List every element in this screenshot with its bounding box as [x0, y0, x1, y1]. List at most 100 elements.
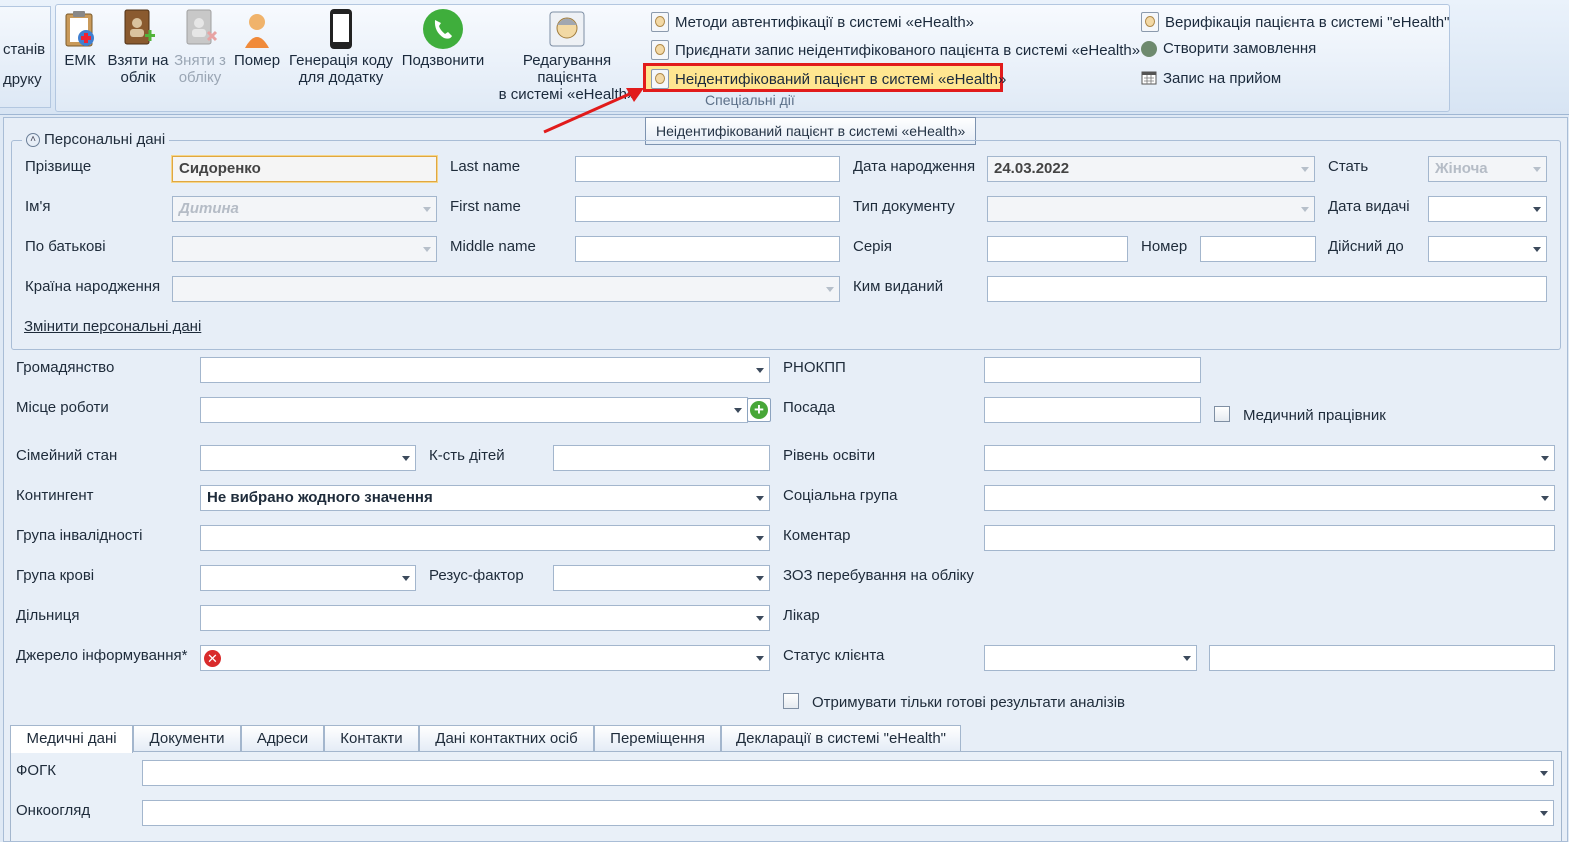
children-field[interactable]: [553, 445, 770, 471]
middle-name-field[interactable]: [575, 236, 840, 262]
medworker-checkbox[interactable]: [1214, 406, 1230, 422]
country-select[interactable]: [172, 276, 840, 302]
workplace-select[interactable]: [200, 397, 748, 423]
chevron-down-icon: [756, 536, 764, 541]
verify-patient-button[interactable]: Верифікація пацієнта в системі "eHealth": [1141, 12, 1449, 32]
tab-contact-persons[interactable]: Дані контактних осіб: [419, 725, 594, 751]
blood-select[interactable]: [200, 565, 416, 591]
name-value: Дитина: [179, 200, 239, 217]
chevron-down-icon: [1183, 656, 1191, 661]
doc-type-select[interactable]: [987, 196, 1315, 222]
surname-field[interactable]: Сидоренко: [172, 156, 437, 182]
died-button[interactable]: Помер: [232, 8, 282, 69]
unidentified-patient-button[interactable]: Неідентифікований пацієнт в системі «eHe…: [651, 69, 1006, 89]
name-label: Ім'я: [25, 198, 51, 215]
take-label-line2: облік: [120, 69, 156, 86]
series-label: Серія: [853, 238, 892, 255]
fogk-select[interactable]: [142, 760, 1554, 786]
country-label: Країна народження: [25, 278, 161, 295]
generate-code-button[interactable]: Генерація коду для додатку: [286, 8, 396, 86]
error-icon: ✕: [204, 650, 221, 667]
issue-date-picker[interactable]: [1428, 196, 1547, 222]
tab-declarations[interactable]: Декларації в системі "eHealth": [721, 725, 961, 751]
position-field[interactable]: [984, 397, 1201, 423]
last-name-field[interactable]: [575, 156, 840, 182]
appointment-button[interactable]: Запис на прийом: [1141, 69, 1281, 87]
valid-to-picker[interactable]: [1428, 236, 1547, 262]
group-label: Спеціальні дії: [705, 92, 795, 108]
gencode-label-line2: для додатку: [298, 69, 384, 86]
tab-contacts[interactable]: Контакти: [324, 725, 419, 751]
name-select[interactable]: Дитина: [172, 196, 437, 222]
first-name-label: First name: [450, 198, 521, 215]
personal-data-title: Персональні дані: [44, 131, 166, 148]
disability-select[interactable]: [200, 525, 770, 551]
tab-addresses[interactable]: Адреси: [241, 725, 324, 751]
personal-data-legend[interactable]: ˄ Персональні дані: [22, 131, 170, 148]
marital-select[interactable]: [200, 445, 416, 471]
comment-field[interactable]: [984, 525, 1555, 551]
blood-label: Група крові: [16, 567, 95, 584]
attach-record-button[interactable]: Приєднати запис неідентифікованого паціє…: [651, 40, 1140, 60]
rh-select[interactable]: [553, 565, 770, 591]
chevron-down-icon: [756, 368, 764, 373]
edit-patient-label-line1: Редагування пацієнта: [522, 52, 612, 86]
chevron-down-icon: [756, 656, 764, 661]
onco-select[interactable]: [142, 800, 1554, 826]
issued-by-label: Ким виданий: [853, 278, 944, 295]
birth-date-picker[interactable]: 24.03.2022: [987, 156, 1315, 182]
sex-select[interactable]: Жіноча: [1428, 156, 1547, 182]
education-select[interactable]: [984, 445, 1555, 471]
tab-medical[interactable]: Медичні дані: [10, 725, 133, 753]
patient-icon: [651, 69, 669, 89]
comment-label: Коментар: [783, 527, 851, 544]
doctor-label: Лікар: [783, 607, 820, 624]
take-on-record-button[interactable]: Взяти на облік: [106, 8, 170, 86]
position-label: Посада: [783, 399, 836, 416]
citizenship-select[interactable]: [200, 357, 770, 383]
chevron-down-icon: [1301, 207, 1309, 212]
onco-label: Онкоогляд: [16, 802, 91, 819]
disability-label: Група інвалідності: [16, 527, 143, 544]
contingent-label: Контингент: [16, 487, 94, 504]
marital-label: Сімейний стан: [16, 447, 118, 464]
rnokpp-label: РНОКПП: [783, 359, 846, 376]
first-name-field[interactable]: [575, 196, 840, 222]
chevron-down-icon: [1541, 456, 1549, 461]
chevron-down-icon: [756, 496, 764, 501]
middle-name-label: Middle name: [450, 238, 536, 255]
contingent-select[interactable]: Не вибрано жодного значення: [200, 485, 770, 511]
client-status-field[interactable]: [1209, 645, 1555, 671]
tab-documents[interactable]: Документи: [133, 725, 241, 751]
create-order-button[interactable]: Створити замовлення: [1141, 40, 1316, 57]
ready-results-checkbox[interactable]: [783, 693, 799, 709]
emk-button[interactable]: ЕМК: [60, 8, 100, 69]
series-field[interactable]: [987, 236, 1128, 262]
remove-from-record-button[interactable]: Зняти з обліку: [172, 8, 228, 86]
emk-label: ЕМК: [64, 52, 96, 69]
rnokpp-field[interactable]: [984, 357, 1201, 383]
calendar-icon: [1141, 71, 1157, 85]
contingent-value: Не вибрано жодного значення: [207, 489, 433, 506]
order-list-icon: [1141, 40, 1157, 57]
citizenship-label: Громадянство: [16, 359, 115, 376]
auth-methods-button[interactable]: Методи автентифікації в системі «eHealth…: [651, 12, 974, 32]
collapse-icon[interactable]: ˄: [26, 132, 40, 147]
add-workplace-button[interactable]: +: [747, 398, 771, 422]
appointment-label: Запис на прийом: [1163, 69, 1282, 87]
chevron-down-icon: [1540, 811, 1548, 816]
change-personal-data-link[interactable]: Змінити персональні дані: [24, 318, 201, 335]
social-select[interactable]: [984, 485, 1555, 511]
info-source-select[interactable]: ✕: [200, 645, 770, 671]
client-status-select[interactable]: [984, 645, 1197, 671]
patronymic-select[interactable]: [172, 236, 437, 262]
unidentified-patient-label: Неідентифікований пацієнт в системі «eHe…: [675, 70, 1007, 88]
number-field[interactable]: [1200, 236, 1316, 262]
patient-icon: [651, 40, 669, 60]
print-group[interactable]: станів друку: [0, 6, 51, 108]
call-button[interactable]: Подзвонити: [400, 8, 486, 69]
issued-by-field[interactable]: [987, 276, 1547, 302]
district-select[interactable]: [200, 605, 770, 631]
address-book-remove-icon: [186, 9, 218, 45]
tab-movements[interactable]: Переміщення: [594, 725, 721, 751]
